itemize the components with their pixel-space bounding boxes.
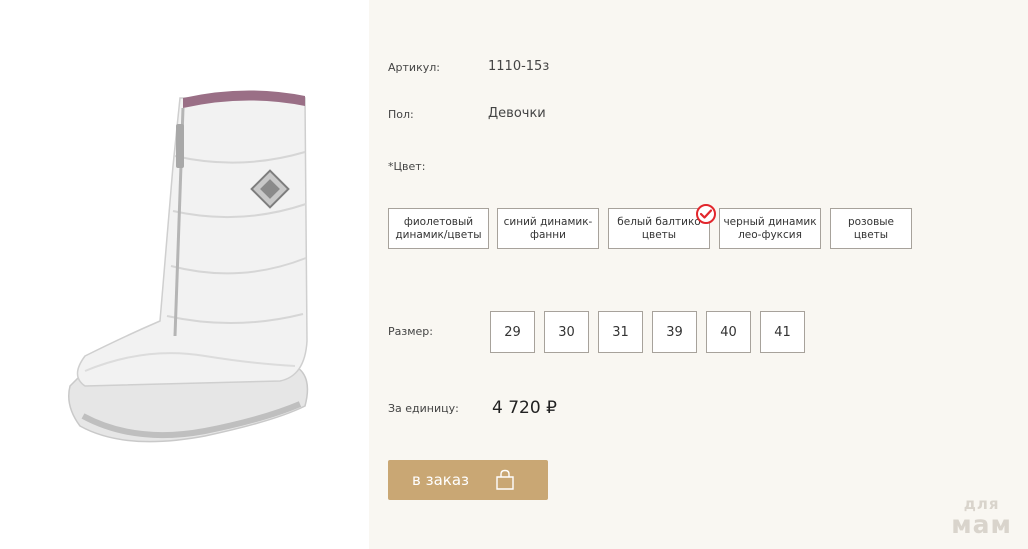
size-option-41[interactable]: 41 (760, 311, 805, 353)
watermark-line2: мам (951, 510, 1012, 539)
shopping-bag-icon (496, 469, 514, 490)
size-label: Размер: (388, 325, 433, 338)
color-option-label: синий динамик-фанни (503, 215, 593, 241)
add-to-order-button[interactable]: в заказ (388, 460, 548, 500)
size-value: 30 (558, 324, 575, 340)
color-option-violet[interactable]: фиолетовый динамик/цветы (388, 208, 489, 249)
size-option-30[interactable]: 30 (544, 311, 589, 353)
color-option-black[interactable]: черный динамик лео-фуксия (719, 208, 821, 249)
gender-value: Девочки (488, 106, 546, 121)
price-label: За единицу: (388, 402, 459, 415)
size-value: 39 (666, 324, 683, 340)
selected-check-icon (696, 204, 716, 224)
gender-label: Пол: (388, 108, 414, 121)
product-image-pane (0, 0, 369, 549)
watermark-logo: для мам (951, 497, 1012, 539)
color-option-white[interactable]: белый балтико цветы (608, 208, 710, 249)
size-option-40[interactable]: 40 (706, 311, 751, 353)
color-label: *Цвет: (388, 160, 426, 173)
color-option-label: черный динамик лео-фуксия (723, 215, 817, 241)
size-option-31[interactable]: 31 (598, 311, 643, 353)
color-option-blue[interactable]: синий динамик-фанни (497, 208, 599, 249)
product-image[interactable] (55, 86, 315, 456)
color-option-label: розовые цветы (847, 215, 895, 241)
size-option-39[interactable]: 39 (652, 311, 697, 353)
article-value: 1110-15з (488, 59, 550, 74)
order-button-label: в заказ (412, 471, 470, 489)
color-option-pink[interactable]: розовые цветы (830, 208, 912, 249)
size-value: 40 (720, 324, 737, 340)
article-label: Артикул: (388, 61, 440, 74)
size-value: 29 (504, 324, 521, 340)
color-option-label: фиолетовый динамик/цветы (395, 215, 482, 241)
size-option-29[interactable]: 29 (490, 311, 535, 353)
size-value: 31 (612, 324, 629, 340)
size-value: 41 (774, 324, 791, 340)
color-option-label: белый балтико цветы (617, 215, 701, 241)
price-value: 4 720 ₽ (492, 398, 557, 418)
